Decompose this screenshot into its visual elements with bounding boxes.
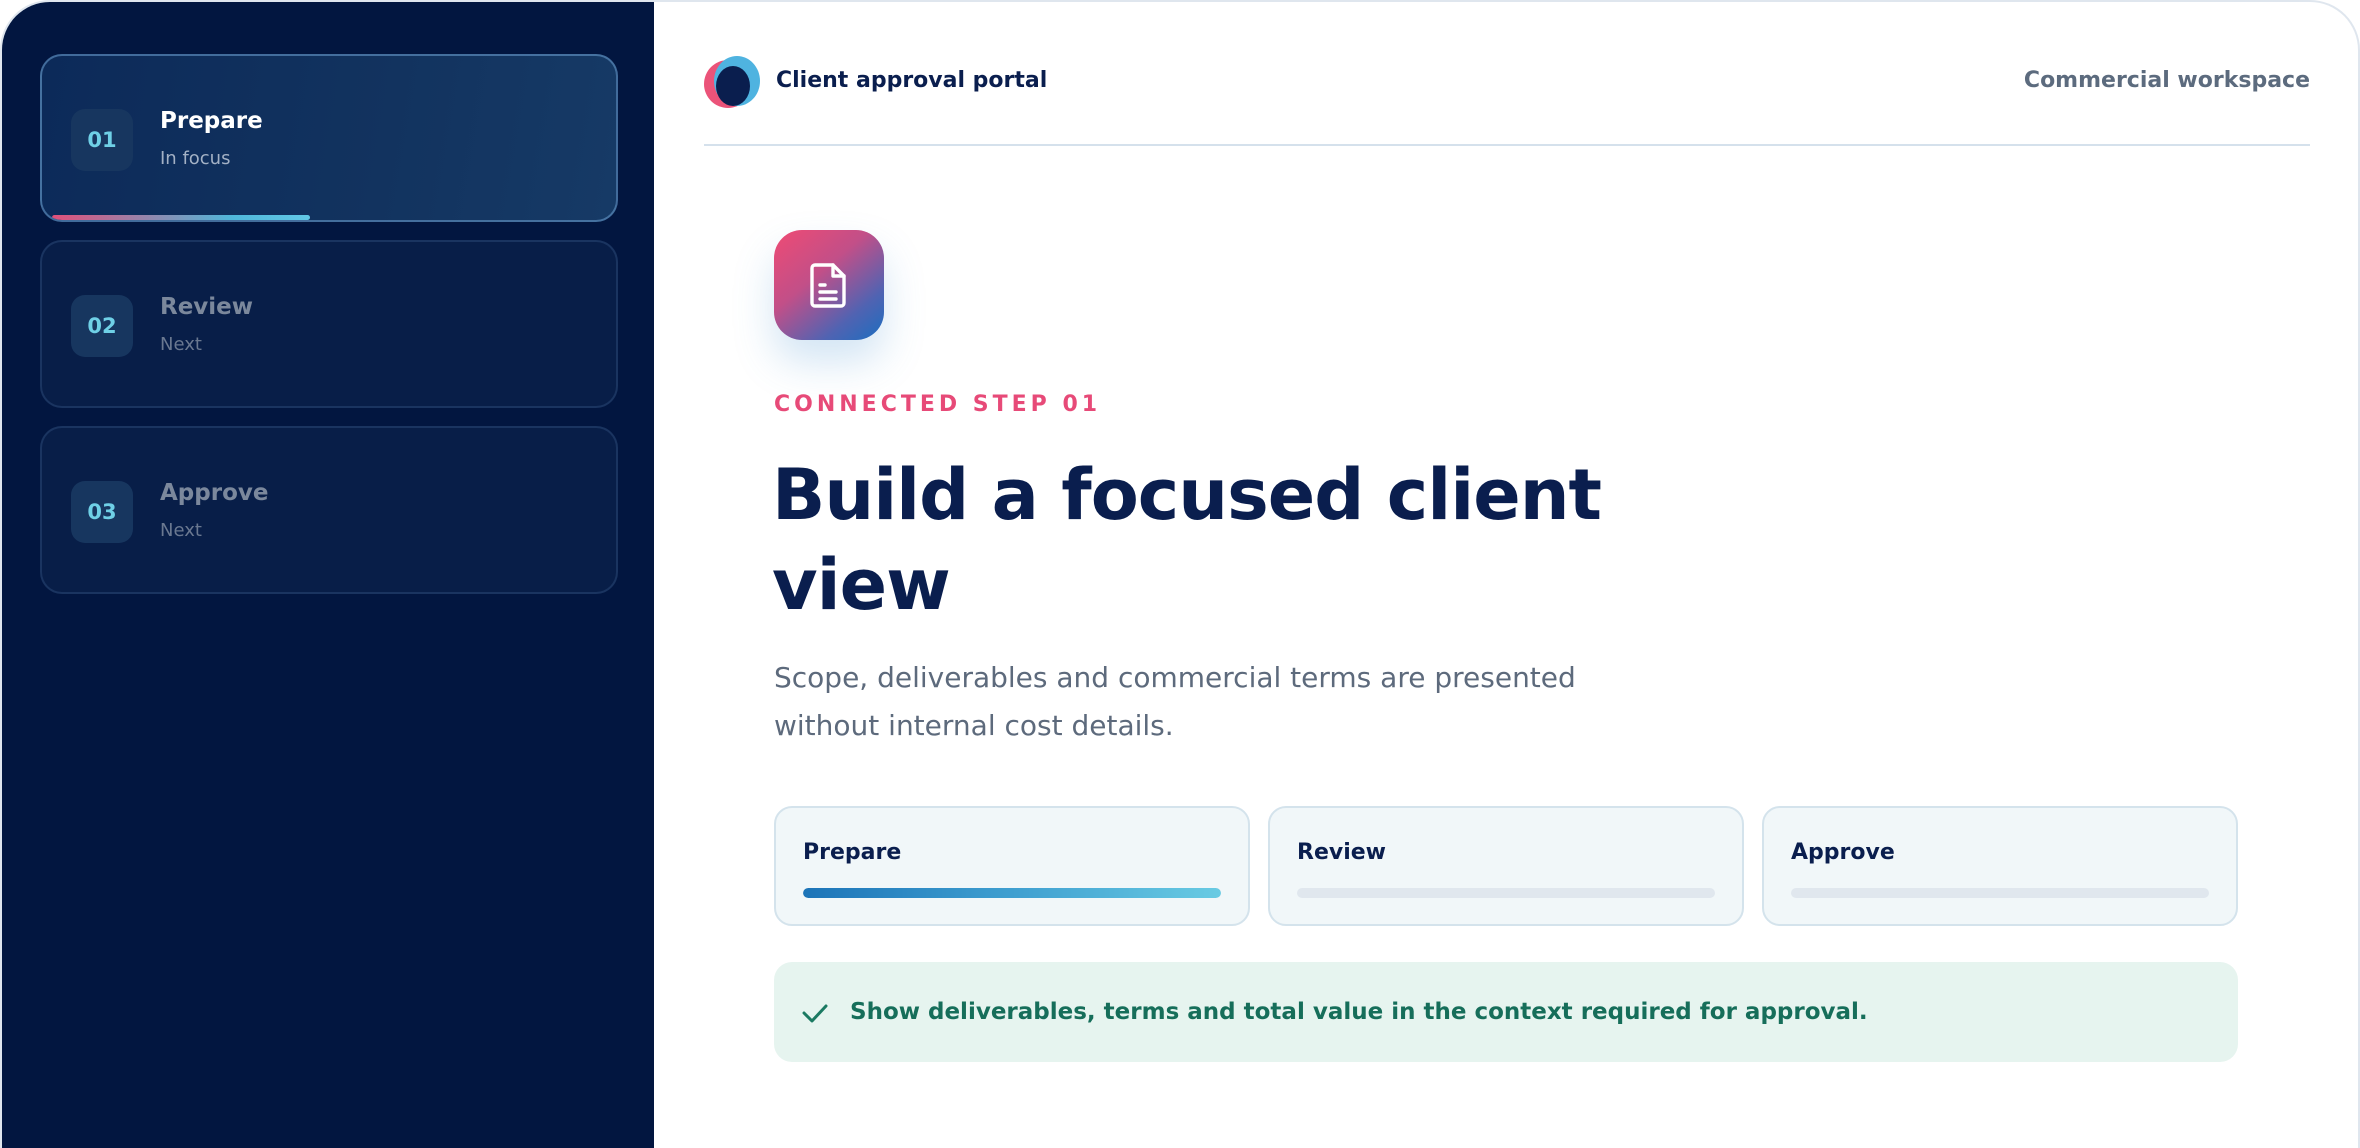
- stage-progress-fill: [803, 888, 1221, 898]
- step-card-approve[interactable]: 03 Approve Next: [40, 426, 618, 594]
- stage-progress-track: [1297, 888, 1715, 898]
- stage-label: Prepare: [803, 840, 902, 865]
- brand-name: Client approval portal: [776, 68, 1048, 93]
- stage-label: Review: [1297, 840, 1386, 865]
- step-status: In focus: [160, 148, 231, 169]
- app-window: 01 Prepare In focus 02 Review Next 03 Ap…: [0, 0, 2360, 1148]
- step-card-review[interactable]: 02 Review Next: [40, 240, 618, 408]
- step-title: Prepare: [160, 108, 263, 134]
- stage-progress-track: [803, 888, 1221, 898]
- brand-logo-icon: [704, 54, 760, 110]
- stage-card-review[interactable]: Review: [1268, 806, 1744, 926]
- stage-progress-track: [1791, 888, 2209, 898]
- step-title: Approve: [160, 480, 269, 506]
- step-number: 02: [71, 295, 133, 357]
- step-number: 01: [71, 109, 133, 171]
- step-progress-bar: [52, 215, 311, 220]
- page-title: Build a focused client view: [772, 454, 1602, 626]
- step-status: Next: [160, 334, 202, 355]
- step-sidebar: 01 Prepare In focus 02 Review Next 03 Ap…: [2, 2, 654, 1148]
- step-title: Review: [160, 294, 254, 320]
- stage-card-approve[interactable]: Approve: [1762, 806, 2238, 926]
- document-icon: [774, 230, 884, 340]
- page-description: Scope, deliverables and commercial terms…: [774, 661, 1576, 742]
- check-icon: [802, 1004, 828, 1023]
- step-number: 03: [71, 481, 133, 543]
- approval-note: Show deliverables, terms and total value…: [774, 962, 2238, 1062]
- stage-card-prepare[interactable]: Prepare: [774, 806, 1250, 926]
- step-status: Next: [160, 520, 202, 541]
- workspace-label[interactable]: Commercial workspace: [2024, 68, 2310, 93]
- step-eyebrow: CONNECTED STEP 01: [774, 392, 1102, 417]
- note-text: Show deliverables, terms and total value…: [850, 999, 1868, 1025]
- step-card-prepare[interactable]: 01 Prepare In focus: [40, 54, 618, 222]
- top-bar: Client approval portal Commercial worksp…: [704, 2, 2310, 146]
- stage-label: Approve: [1791, 840, 1895, 865]
- main-panel: Client approval portal Commercial worksp…: [654, 2, 2358, 1148]
